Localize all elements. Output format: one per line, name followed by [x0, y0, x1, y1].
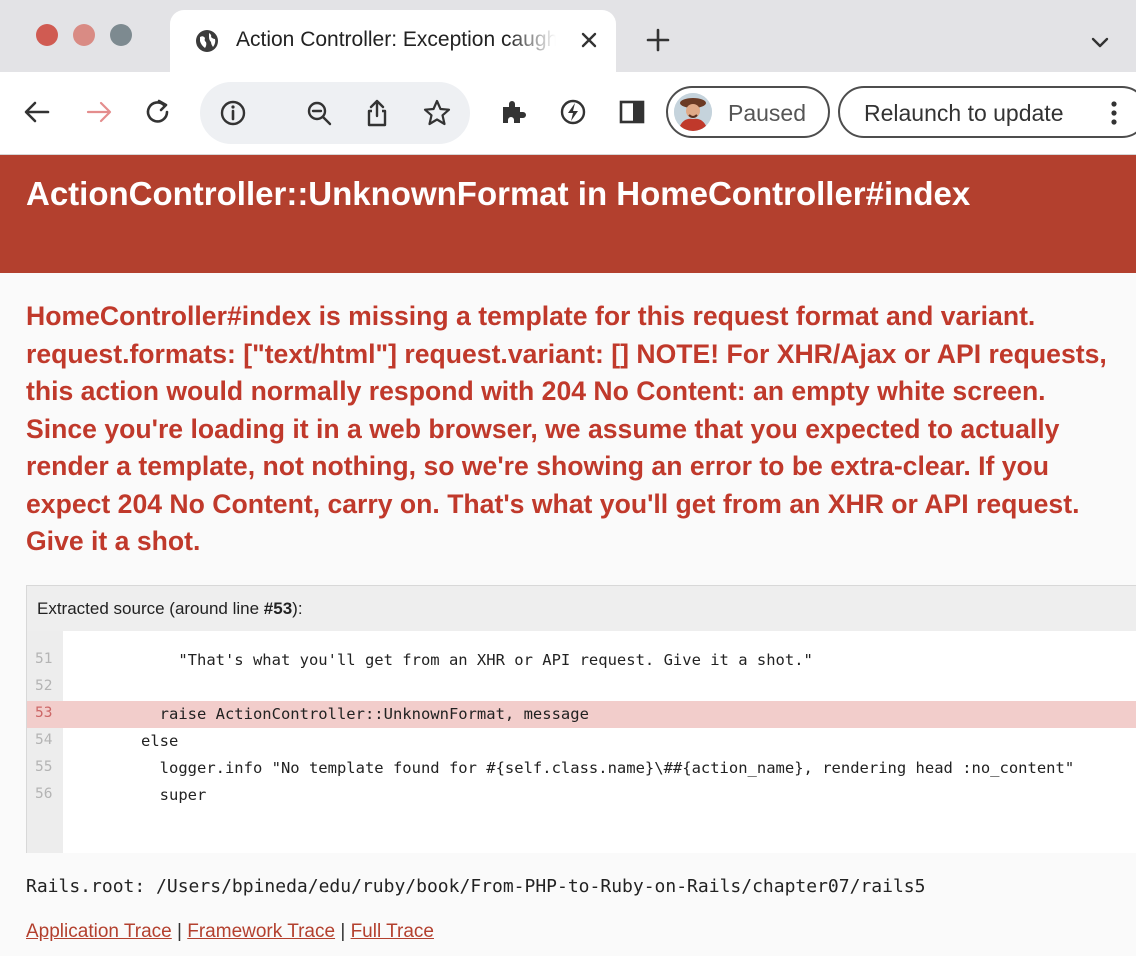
trace-separator: | — [177, 921, 182, 942]
profile-button[interactable]: Paused — [666, 86, 830, 138]
window-minimize-button[interactable] — [73, 24, 95, 46]
extensions-icon[interactable] — [498, 97, 528, 127]
extracted-source-label: Extracted source (around line #53): — [37, 599, 303, 618]
address-bar[interactable] — [200, 82, 470, 144]
code-text: "That's what you'll get from an XHR or A… — [85, 651, 813, 669]
line-number: 56 — [35, 786, 53, 802]
error-message: HomeController#index is missing a templa… — [26, 301, 1107, 556]
globe-icon — [196, 30, 218, 52]
code-line: 51 "That's what you'll get from an XHR o… — [27, 647, 1136, 674]
code-text: super — [85, 786, 207, 804]
line-number: 55 — [35, 759, 53, 775]
code-line-highlighted: 53 raise ActionController::UnknownFormat… — [27, 701, 1136, 728]
tab-strip: Action Controller: Exception caught — [0, 0, 1136, 72]
line-number: 53 — [35, 705, 53, 721]
relaunch-to-update-button[interactable]: Relaunch to update — [838, 86, 1136, 138]
star-icon[interactable] — [422, 98, 452, 128]
code-line: 54 else — [27, 728, 1136, 755]
avatar — [674, 93, 712, 131]
window-maximize-button[interactable] — [110, 24, 132, 46]
browser-toolbar: Paused Relaunch to update — [0, 72, 1136, 155]
zoom-out-icon[interactable] — [304, 98, 334, 128]
performance-icon[interactable] — [558, 97, 588, 127]
trace-separator: | — [340, 921, 346, 942]
page-title: ActionController::UnknownFormat in HomeC… — [26, 175, 971, 212]
window-close-button[interactable] — [36, 24, 58, 46]
profile-status-label: Paused — [728, 100, 807, 126]
info-icon[interactable] — [218, 98, 248, 128]
kebab-menu-icon[interactable] — [1110, 101, 1118, 125]
code-text: raise ActionController::UnknownFormat, m… — [85, 705, 589, 723]
tab-title: Action Controller: Exception caught — [236, 28, 556, 51]
code-line: 56 super — [27, 782, 1136, 809]
back-arrow-icon[interactable] — [22, 97, 52, 127]
code-line: 55 logger.info "No template found for #{… — [27, 755, 1136, 782]
plus-icon[interactable] — [644, 26, 672, 54]
share-icon[interactable] — [362, 98, 392, 128]
error-header: ActionController::UnknownFormat in HomeC… — [0, 155, 1136, 273]
code-block: 51 "That's what you'll get from an XHR o… — [27, 631, 1136, 853]
avatar-image — [674, 93, 712, 131]
line-number: 51 — [35, 651, 53, 667]
rails-root-path: Rails.root: /Users/bpineda/edu/ruby/book… — [26, 876, 926, 897]
sidepanel-icon[interactable] — [617, 97, 647, 127]
reload-icon[interactable] — [143, 97, 173, 127]
relaunch-label: Relaunch to update — [864, 100, 1064, 126]
code-line: 52 — [27, 674, 1136, 701]
code-text: logger.info "No template found for #{sel… — [85, 759, 1075, 777]
trace-links: Application Trace | Framework Trace | Fu… — [26, 921, 434, 943]
extracted-source-panel: Extracted source (around line #53): 51 "… — [26, 585, 1136, 853]
close-icon[interactable] — [576, 27, 602, 53]
forward-arrow-icon[interactable] — [84, 97, 114, 127]
framework-trace-link[interactable]: Framework Trace — [187, 921, 335, 942]
full-trace-link[interactable]: Full Trace — [351, 921, 434, 942]
application-trace-link[interactable]: Application Trace — [26, 921, 172, 942]
browser-tab[interactable]: Action Controller: Exception caught — [170, 10, 616, 72]
line-number: 52 — [35, 678, 53, 694]
line-number: 54 — [35, 732, 53, 748]
code-text: else — [85, 732, 179, 750]
chevron-down-icon[interactable] — [1088, 30, 1112, 54]
